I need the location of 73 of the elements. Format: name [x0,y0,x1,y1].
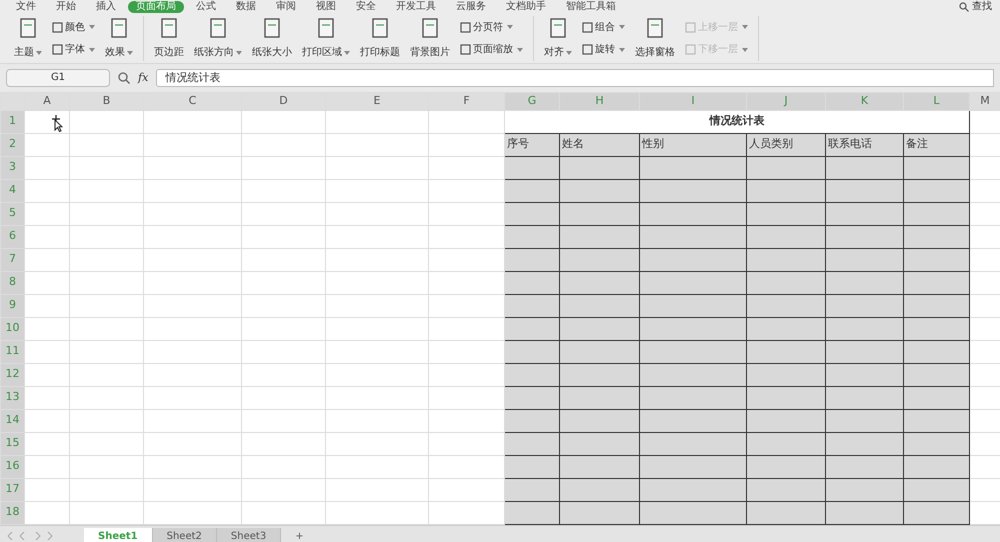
ribbon-button[interactable]: 颜色 [50,20,97,35]
ribbon-button[interactable]: 页边距 [152,16,186,61]
ribbon-button[interactable]: 纸张方向 [192,16,244,61]
column-header[interactable]: C [144,92,242,110]
page-icon [370,17,390,39]
column-header[interactable]: A [24,92,70,110]
menu-tab[interactable]: 页面布局 [128,1,184,13]
ribbon-button[interactable]: 效果 [103,16,135,61]
page-icon [262,17,282,39]
formula-field[interactable]: 情况统计表 [156,69,994,87]
ribbon-button[interactable]: 对齐 [542,16,574,61]
column-header[interactable]: E [326,92,428,110]
square-icon [52,22,63,33]
menu-tab[interactable]: 文件 [8,1,44,13]
ribbon-button[interactable]: 分页符 [458,20,525,35]
name-box[interactable]: G1 [6,69,110,87]
column-header[interactable]: F [428,92,504,110]
sheet-tab[interactable]: Sheet1 [84,528,153,542]
menu-tab[interactable]: 数据 [228,1,264,13]
page-icon [420,17,440,39]
square-icon [460,44,471,56]
page-icon [316,17,336,39]
page-icon [645,17,665,39]
table-header: 人员类别 [746,133,826,156]
menu-tab[interactable]: 视图 [308,1,344,13]
ribbon-button[interactable]: 主题 [12,16,44,61]
table-header: 姓名 [560,133,640,156]
ribbon-button[interactable]: 打印区域 [300,16,352,61]
column-header[interactable]: M [970,92,1000,110]
ribbon-button[interactable]: 页面缩放 [458,42,525,58]
ribbon-button[interactable]: 选择窗格 [633,16,677,61]
table-header: 序号 [504,133,560,156]
menu-tab[interactable]: 公式 [188,1,224,13]
sheet-tab[interactable]: Sheet3 [216,528,282,542]
select-all-corner[interactable] [0,92,24,110]
menu-tab[interactable]: 云服务 [448,1,494,13]
page-icon [208,17,228,39]
square-icon [685,22,696,33]
square-icon [685,44,696,56]
page-icon [18,17,38,39]
square-icon [460,22,471,33]
table-header: 联系电话 [826,133,904,156]
ribbon-button[interactable]: 旋转 [580,42,627,58]
zoom-icon [118,72,130,84]
search-icon [959,2,970,12]
add-sheet-button[interactable]: + [281,528,318,542]
column-header[interactable]: D [242,92,326,110]
column-header[interactable]: B [70,92,144,110]
sheet-tab[interactable]: Sheet2 [152,528,217,542]
menu-tab[interactable]: 开发工具 [388,1,444,13]
square-icon [52,44,63,56]
cursor-icon [49,114,63,132]
search-label[interactable]: 查找 [972,1,992,13]
page-icon [159,17,179,39]
menu-tab[interactable]: 文档助手 [498,1,554,13]
menu-tab[interactable]: 插入 [88,1,124,13]
menu-tab[interactable]: 智能工具箱 [558,1,624,13]
table-header: 性别 [640,133,746,156]
ribbon-button[interactable]: 打印标题 [358,16,402,61]
table-title: 情况统计表 [504,110,970,133]
menu-tab[interactable]: 安全 [348,1,384,13]
ribbon-button[interactable]: 纸张大小 [250,16,294,61]
ribbon-button[interactable]: 组合 [580,20,627,35]
square-icon [582,44,593,56]
menu-tab[interactable]: 审阅 [268,1,304,13]
page-icon [109,17,129,39]
function-label[interactable]: fx [138,70,148,86]
table-header: 备注 [904,133,970,156]
menu-tab[interactable]: 开始 [48,1,84,13]
ribbon-button[interactable]: 背景图片 [408,16,452,61]
page-icon [548,17,568,39]
ribbon-button[interactable]: 字体 [50,42,97,58]
square-icon [582,22,593,33]
